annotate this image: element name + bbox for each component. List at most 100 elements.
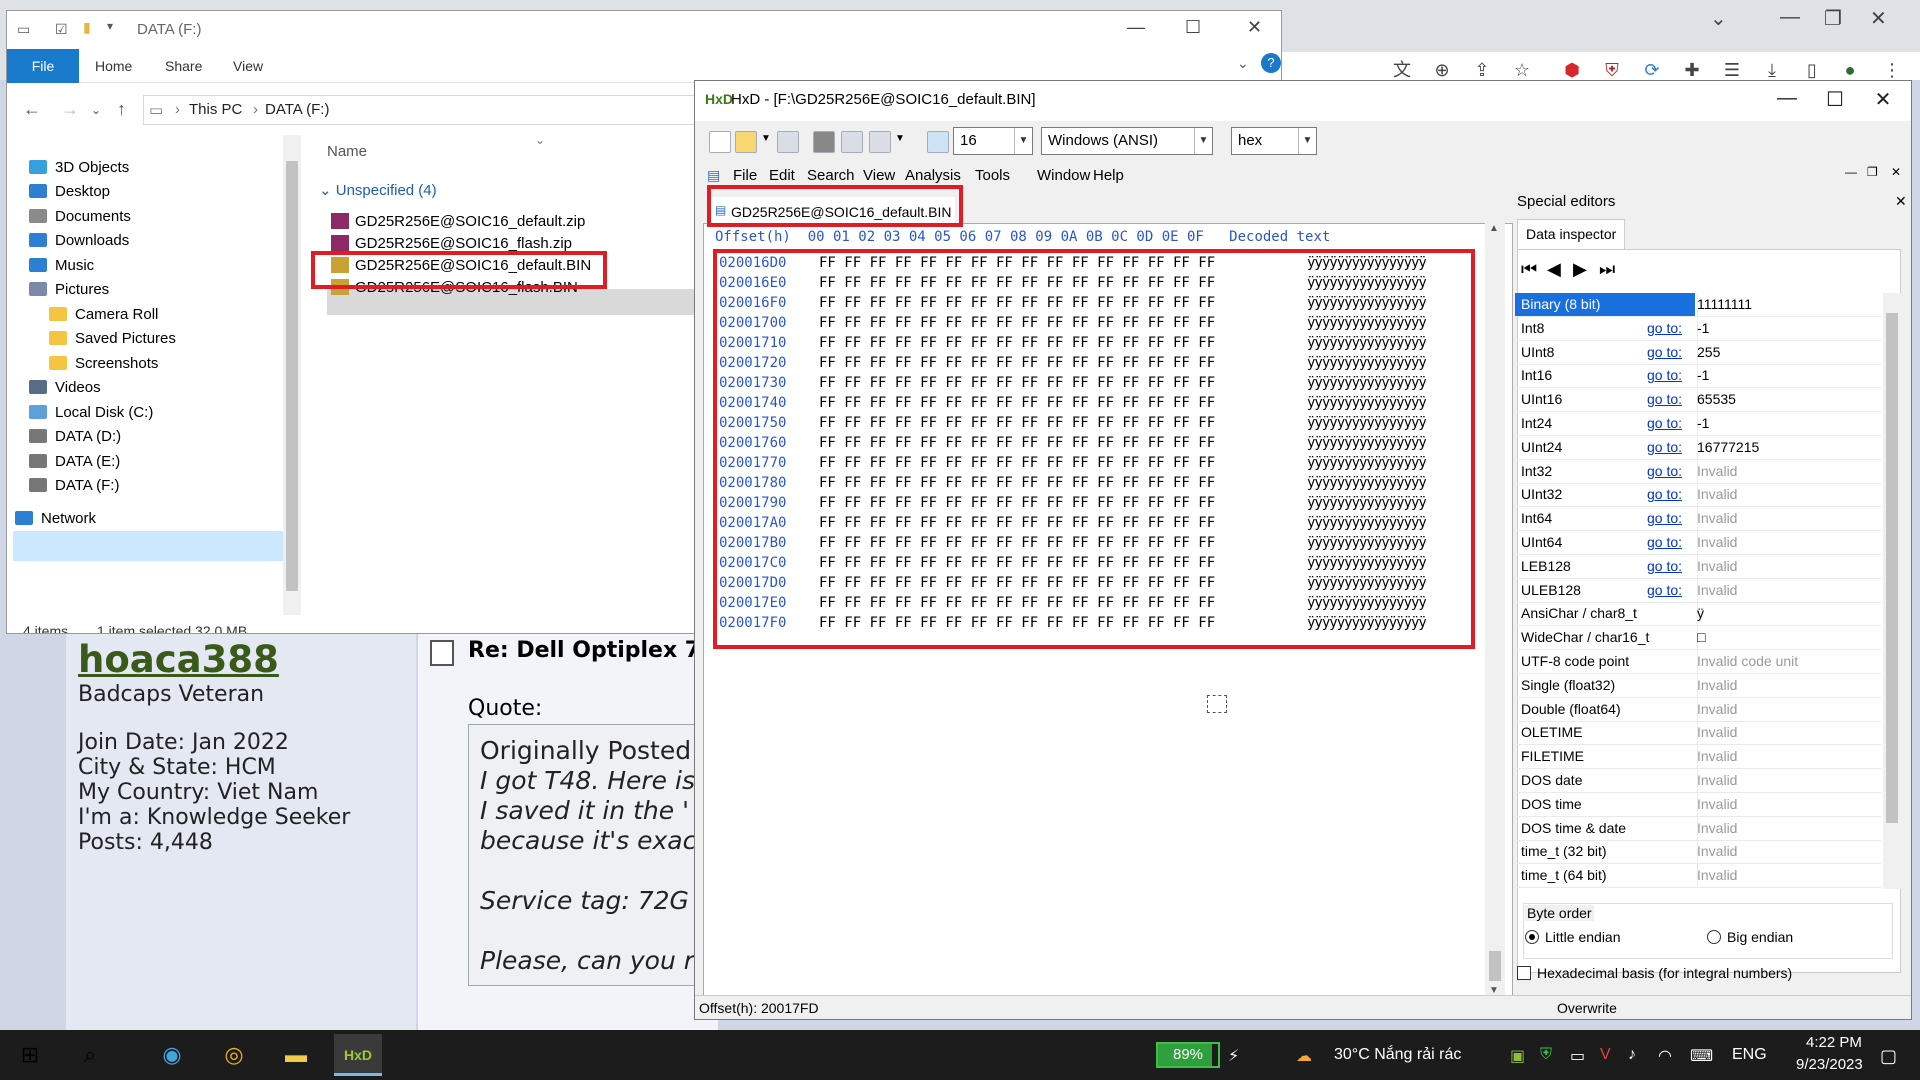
- inspector-row[interactable]: Int16 go to: -1: [1515, 364, 1881, 389]
- translate-icon[interactable]: 文: [1390, 58, 1414, 82]
- close-icon[interactable]: ✕: [1895, 193, 1907, 210]
- bytes-per-row-select[interactable]: 16 ▼: [953, 127, 1033, 155]
- inspector-row[interactable]: time_t (32 bit) Invalid: [1515, 840, 1881, 865]
- mdi-minimize-icon[interactable]: —: [1845, 165, 1857, 179]
- inspector-row[interactable]: UInt8 go to: 255: [1515, 340, 1881, 365]
- clock-time[interactable]: 4:22 PM: [1806, 1034, 1862, 1051]
- menu-edit[interactable]: Edit: [769, 167, 795, 184]
- menu-file[interactable]: File: [733, 167, 757, 184]
- star-icon[interactable]: ☆: [1510, 58, 1534, 82]
- extension-shield-icon[interactable]: ⛨: [1600, 58, 1624, 82]
- share-icon[interactable]: ⇪: [1470, 58, 1494, 82]
- inspector-scrollbar-thumb[interactable]: [1886, 313, 1898, 823]
- close-icon[interactable]: ✕: [1861, 87, 1905, 112]
- mdi-restore-icon[interactable]: ❐: [1867, 165, 1878, 179]
- hex-scrollbar[interactable]: [1485, 223, 1505, 1007]
- keyboard-icon[interactable]: ⌨: [1690, 1046, 1713, 1066]
- extension-refresh-icon[interactable]: ⟳: [1640, 58, 1664, 82]
- inspector-row[interactable]: WideChar / char16_t □: [1515, 626, 1881, 651]
- inspector-row[interactable]: ULEB128 go to: Invalid: [1515, 578, 1881, 603]
- minimize-icon[interactable]: —: [1765, 87, 1809, 110]
- inspector-row[interactable]: Int32 go to: Invalid: [1515, 459, 1881, 484]
- zoom-icon[interactable]: ⊕: [1430, 58, 1454, 82]
- inspector-row[interactable]: DOS time & date Invalid: [1515, 816, 1881, 841]
- open-disk-icon[interactable]: [813, 131, 835, 153]
- tab-share[interactable]: Share: [165, 49, 202, 83]
- previous-icon[interactable]: ◀: [1547, 259, 1561, 280]
- nav-item-data-f[interactable]: DATA (F:): [29, 471, 119, 501]
- clock-date[interactable]: 9/23/2023: [1796, 1056, 1863, 1073]
- inspector-row[interactable]: UTF-8 code point Invalid code unit: [1515, 650, 1881, 674]
- avatar[interactable]: ●: [1838, 58, 1862, 82]
- last-icon[interactable]: ⏭: [1599, 259, 1615, 280]
- column-header-name[interactable]: Name: [327, 143, 367, 160]
- file-explorer-icon[interactable]: ▬: [272, 1034, 320, 1076]
- inspector-row[interactable]: Binary (8 bit) 11111111: [1515, 293, 1881, 317]
- inspector-row[interactable]: AnsiChar / char8_t ÿ: [1515, 602, 1881, 627]
- v-app-icon[interactable]: V: [1600, 1046, 1611, 1064]
- window-dropdown-icon[interactable]: ▼: [895, 133, 905, 144]
- goto-link[interactable]: go to:: [1647, 344, 1687, 360]
- menu-analysis[interactable]: Analysis: [905, 167, 961, 184]
- inspector-row[interactable]: FILETIME Invalid: [1515, 745, 1881, 770]
- window-list-icon[interactable]: [869, 131, 891, 153]
- goto-link[interactable]: go to:: [1647, 320, 1687, 336]
- open-ram-icon[interactable]: [841, 131, 863, 153]
- inspector-row[interactable]: Double (float64) Invalid: [1515, 697, 1881, 722]
- goto-link[interactable]: go to:: [1647, 558, 1687, 574]
- inspector-row[interactable]: Int24 go to: -1: [1515, 412, 1881, 436]
- properties-checkbox-icon[interactable]: ☑: [55, 21, 68, 38]
- goto-link[interactable]: go to:: [1647, 486, 1687, 502]
- goto-link[interactable]: go to:: [1647, 582, 1687, 598]
- chrome-icon[interactable]: ◎: [210, 1034, 258, 1076]
- puzzle-icon[interactable]: ✚: [1680, 58, 1704, 82]
- menu-window[interactable]: Window: [1037, 167, 1090, 184]
- breadcrumb-this-pc[interactable]: This PC: [189, 101, 242, 118]
- search-icon[interactable]: ⌕: [66, 1034, 114, 1076]
- inspector-row[interactable]: DOS date Invalid: [1515, 769, 1881, 793]
- mdi-close-icon[interactable]: ✕: [1891, 165, 1901, 179]
- inspector-row[interactable]: LEB128 go to: Invalid: [1515, 554, 1881, 579]
- edge-icon[interactable]: ◉: [148, 1034, 196, 1076]
- tab-data-inspector[interactable]: Data inspector: [1517, 219, 1625, 249]
- forward-arrow-icon[interactable]: →: [61, 99, 79, 120]
- recent-locations-icon[interactable]: ⌄: [91, 103, 101, 117]
- big-endian-radio[interactable]: Big endian: [1707, 929, 1793, 945]
- menu-search[interactable]: Search: [807, 167, 855, 184]
- next-icon[interactable]: ▶: [1573, 259, 1587, 280]
- maximize-icon[interactable]: ☐: [1185, 17, 1201, 38]
- goto-link[interactable]: go to:: [1647, 439, 1687, 455]
- weather-text[interactable]: 30°C Nắng rải rác: [1334, 1046, 1461, 1064]
- inspector-row[interactable]: UInt16 go to: 65535: [1515, 388, 1881, 413]
- minimize-icon[interactable]: —: [1127, 17, 1145, 38]
- windows-start-icon[interactable]: ⊞: [6, 1034, 54, 1076]
- nav-item-network[interactable]: Network: [15, 504, 96, 534]
- open-folder-icon[interactable]: [735, 131, 757, 153]
- forum-username[interactable]: hoaca388: [78, 638, 279, 681]
- kebab-menu-icon[interactable]: ⋮: [1880, 58, 1904, 82]
- up-arrow-icon[interactable]: ↑: [117, 99, 126, 120]
- inspector-row[interactable]: DOS time Invalid: [1515, 792, 1881, 817]
- battery-icon[interactable]: ▭: [1570, 1046, 1585, 1066]
- scroll-up-icon[interactable]: ▲: [1489, 223, 1499, 234]
- volume-icon[interactable]: ♪: [1628, 1046, 1636, 1064]
- hex-scrollbar-thumb[interactable]: [1489, 951, 1501, 981]
- wifi-icon[interactable]: ◠: [1658, 1046, 1672, 1066]
- inspector-row[interactable]: Single (float32) Invalid: [1515, 673, 1881, 698]
- hex-basis-checkbox[interactable]: Hexadecimal basis (for integral numbers): [1517, 965, 1792, 981]
- tray-app-icon[interactable]: ▣: [1510, 1046, 1525, 1066]
- nav-scrollbar-thumb[interactable]: [286, 161, 298, 591]
- display-mode-select[interactable]: hex ▼: [1231, 127, 1317, 155]
- chevron-down-icon[interactable]: ⌄: [1710, 6, 1727, 31]
- goto-link[interactable]: go to:: [1647, 463, 1687, 479]
- inspector-row[interactable]: UInt32 go to: Invalid: [1515, 483, 1881, 508]
- adblock-icon[interactable]: ⬢: [1560, 58, 1584, 82]
- notification-icon[interactable]: ▢: [1880, 1046, 1897, 1067]
- chevron-down-icon[interactable]: ⌄: [1237, 55, 1249, 72]
- tab-file[interactable]: File: [7, 49, 79, 83]
- goto-link[interactable]: go to:: [1647, 391, 1687, 407]
- close-icon[interactable]: ✕: [1247, 17, 1262, 38]
- inspector-row[interactable]: time_t (64 bit) Invalid: [1515, 864, 1881, 889]
- tab-home[interactable]: Home: [95, 49, 132, 83]
- folder-icon[interactable]: ▮: [83, 19, 91, 36]
